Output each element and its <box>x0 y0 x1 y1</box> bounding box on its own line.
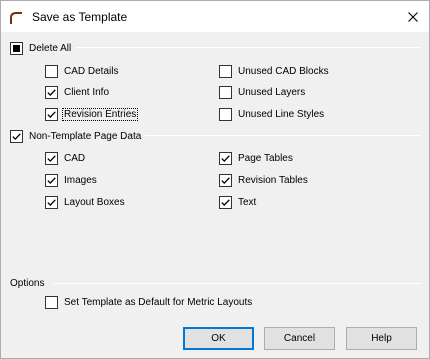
delete-all-separator <box>76 47 421 48</box>
checkmark-icon <box>12 133 21 141</box>
window-title: Save as Template <box>32 10 128 24</box>
non-template-separator <box>145 135 421 136</box>
revision-tables-label: Revision Tables <box>238 175 308 186</box>
checkbox-box <box>45 65 58 78</box>
checkmark-icon <box>221 155 230 163</box>
revision-tables-checkbox[interactable]: Revision Tables <box>219 173 308 188</box>
checkmark-icon <box>47 111 56 119</box>
checkmark-icon <box>47 199 56 207</box>
unused-cad-blocks-checkbox[interactable]: Unused CAD Blocks <box>219 64 329 79</box>
close-icon <box>408 11 418 22</box>
unused-cad-blocks-label: Unused CAD Blocks <box>238 66 329 77</box>
checkmark-icon <box>47 89 56 97</box>
checkbox-box <box>219 108 232 121</box>
cad-checkbox[interactable]: CAD <box>45 151 85 166</box>
delete-all-label: Delete All <box>29 43 72 54</box>
checkbox-box <box>219 86 232 99</box>
checkmark-icon <box>47 177 56 185</box>
client-info-label: Client Info <box>64 87 110 98</box>
close-button[interactable] <box>397 1 429 32</box>
delete-all-checkbox[interactable]: Delete All <box>10 41 71 56</box>
app-icon <box>8 9 24 25</box>
revision-entries-label: Revision Entries <box>61 108 139 121</box>
unused-layers-label: Unused Layers <box>238 87 306 98</box>
page-tables-label: Page Tables <box>238 153 293 164</box>
client-info-checkbox[interactable]: Client Info <box>45 85 109 100</box>
checkmark-icon <box>47 155 56 163</box>
metric-default-checkbox[interactable]: Set Template as Default for Metric Layou… <box>45 295 252 310</box>
revision-entries-checkbox[interactable]: Revision Entries <box>45 107 139 122</box>
checkbox-box <box>219 196 232 209</box>
cad-label: CAD <box>64 153 86 164</box>
checkmark-icon <box>221 177 230 185</box>
layout-boxes-checkbox[interactable]: Layout Boxes <box>45 195 125 210</box>
text-label: Text <box>238 197 257 208</box>
cancel-button[interactable]: Cancel <box>264 327 335 350</box>
checkbox-box <box>219 152 232 165</box>
checkbox-box <box>45 152 58 165</box>
checkmark-icon <box>221 199 230 207</box>
checkbox-box <box>45 174 58 187</box>
images-checkbox[interactable]: Images <box>45 173 97 188</box>
options-label: Options <box>10 278 45 289</box>
non-template-page-data-label: Non-Template Page Data <box>29 131 142 142</box>
title-bar: Save as Template <box>1 1 429 32</box>
cad-details-checkbox[interactable]: CAD Details <box>45 64 118 79</box>
indeterminate-checkbox-icon <box>10 42 23 55</box>
unused-line-styles-checkbox[interactable]: Unused Line Styles <box>219 107 324 122</box>
checkbox-box <box>219 65 232 78</box>
checkbox-box <box>10 130 23 143</box>
save-as-template-dialog: Save as Template Delete All CAD Details … <box>0 0 430 359</box>
cad-details-label: CAD Details <box>64 66 119 77</box>
checkbox-box <box>45 108 58 121</box>
unused-line-styles-label: Unused Line Styles <box>238 109 325 120</box>
checkbox-box <box>219 174 232 187</box>
checkbox-box <box>45 86 58 99</box>
non-template-page-data-checkbox[interactable]: Non-Template Page Data <box>10 129 141 144</box>
help-button[interactable]: Help <box>346 327 417 350</box>
options-separator <box>53 283 421 284</box>
layout-boxes-label: Layout Boxes <box>64 197 125 208</box>
images-label: Images <box>64 175 97 186</box>
checkbox-box <box>45 196 58 209</box>
metric-default-label: Set Template as Default for Metric Layou… <box>64 297 253 308</box>
checkbox-box <box>45 296 58 309</box>
text-checkbox[interactable]: Text <box>219 195 256 210</box>
unused-layers-checkbox[interactable]: Unused Layers <box>219 85 305 100</box>
ok-button[interactable]: OK <box>183 327 254 350</box>
page-tables-checkbox[interactable]: Page Tables <box>219 151 293 166</box>
